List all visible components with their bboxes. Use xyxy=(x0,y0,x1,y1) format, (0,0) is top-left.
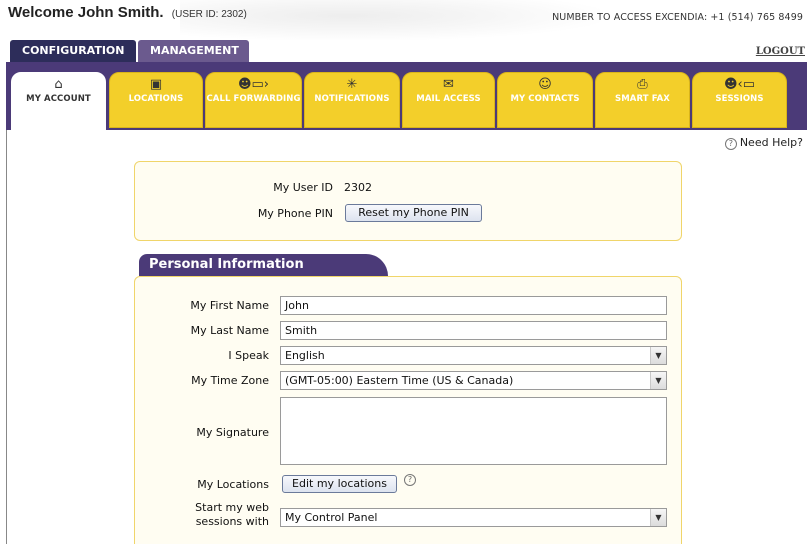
subtab-label: LOCATIONS xyxy=(128,94,184,104)
call-forward-icon: ☻▭› xyxy=(237,77,270,92)
access-number: NUMBER TO ACCESS EXCENDIA: +1 (514) 765 … xyxy=(552,12,803,23)
language-label: I Speak xyxy=(228,349,269,362)
start-sessions-value: My Control Panel xyxy=(285,511,378,524)
user-id-tag: (USER ID: 2302) xyxy=(171,9,247,20)
sessions-icon: ☻‹▭ xyxy=(723,77,756,92)
subtab-notifications[interactable]: ✳ NOTIFICATIONS xyxy=(304,72,400,128)
subtab-label: NOTIFICATIONS xyxy=(314,94,390,104)
question-icon[interactable]: ? xyxy=(404,474,416,486)
welcome-message: Welcome John Smith. (USER ID: 2302) xyxy=(8,4,247,21)
first-name-label: My First Name xyxy=(190,299,269,312)
subtab-label: SESSIONS xyxy=(715,94,764,104)
chevron-down-icon[interactable]: ▼ xyxy=(650,509,666,526)
reset-pin-button[interactable]: Reset my Phone PIN xyxy=(345,204,482,222)
locations-label: My Locations xyxy=(197,478,269,491)
subtab-label: SMART FAX xyxy=(615,94,670,104)
question-icon: ? xyxy=(724,138,737,150)
account-box xyxy=(134,161,682,241)
edit-locations-button[interactable]: Edit my locations xyxy=(282,475,397,493)
last-name-label: My Last Name xyxy=(190,324,269,337)
phone-pin-label: My Phone PIN xyxy=(257,207,333,220)
need-help-link[interactable]: ? Need Help? xyxy=(724,136,803,150)
subtab-sessions[interactable]: ☻‹▭ SESSIONS xyxy=(692,72,787,128)
user-id-label: My User ID xyxy=(273,181,333,194)
fax-icon: ⎙ xyxy=(637,77,648,92)
start-sessions-select[interactable]: My Control Panel ▼ xyxy=(280,508,667,527)
tab-configuration[interactable]: CONFIGURATION xyxy=(10,40,137,62)
last-name-field[interactable]: Smith xyxy=(280,321,667,340)
section-title: Personal Information xyxy=(139,254,388,276)
user-id-value: 2302 xyxy=(344,181,372,194)
subtab-label: MAIL ACCESS xyxy=(416,94,481,104)
first-name-field[interactable]: John xyxy=(280,296,667,315)
subtab-my-contacts[interactable]: ☺ MY CONTACTS xyxy=(497,72,593,128)
subtab-label: MY ACCOUNT xyxy=(26,94,91,104)
subtab-mail-access[interactable]: ✉ MAIL ACCESS xyxy=(402,72,495,128)
chevron-down-icon[interactable]: ▼ xyxy=(650,347,666,364)
start-sessions-label-line2: sessions with xyxy=(195,515,269,528)
subtab-label: MY CONTACTS xyxy=(510,94,580,104)
language-select[interactable]: English ▼ xyxy=(280,346,667,365)
tab-management[interactable]: MANAGEMENT xyxy=(138,40,249,62)
contacts-icon: ☺ xyxy=(538,77,552,92)
need-help-label: Need Help? xyxy=(739,136,803,149)
subtab-label: CALL FORWARDING xyxy=(206,94,301,104)
language-value: English xyxy=(285,349,325,362)
timezone-label: My Time Zone xyxy=(191,374,269,387)
welcome-text: Welcome John Smith. xyxy=(8,4,164,21)
subtab-call-forwarding[interactable]: ☻▭› CALL FORWARDING xyxy=(205,72,302,128)
logout-link[interactable]: LOGOUT xyxy=(756,46,805,57)
signature-label: My Signature xyxy=(196,426,269,439)
subtab-my-account[interactable]: ⌂ MY ACCOUNT xyxy=(11,72,106,132)
home-icon: ⌂ xyxy=(54,77,63,92)
notification-icon: ✳ xyxy=(346,77,358,92)
start-sessions-label: Start my web sessions with xyxy=(160,501,269,529)
chevron-down-icon[interactable]: ▼ xyxy=(650,372,666,389)
signature-textarea[interactable] xyxy=(280,397,667,465)
timezone-value: (GMT-05:00) Eastern Time (US & Canada) xyxy=(285,374,514,387)
phone-book-icon: ▣ xyxy=(149,77,163,92)
subtab-locations[interactable]: ▣ LOCATIONS xyxy=(109,72,203,128)
subtab-smart-fax[interactable]: ⎙ SMART FAX xyxy=(595,72,690,128)
start-sessions-label-line1: Start my web xyxy=(195,501,269,514)
mail-icon: ✉ xyxy=(443,77,454,92)
timezone-select[interactable]: (GMT-05:00) Eastern Time (US & Canada) ▼ xyxy=(280,371,667,390)
